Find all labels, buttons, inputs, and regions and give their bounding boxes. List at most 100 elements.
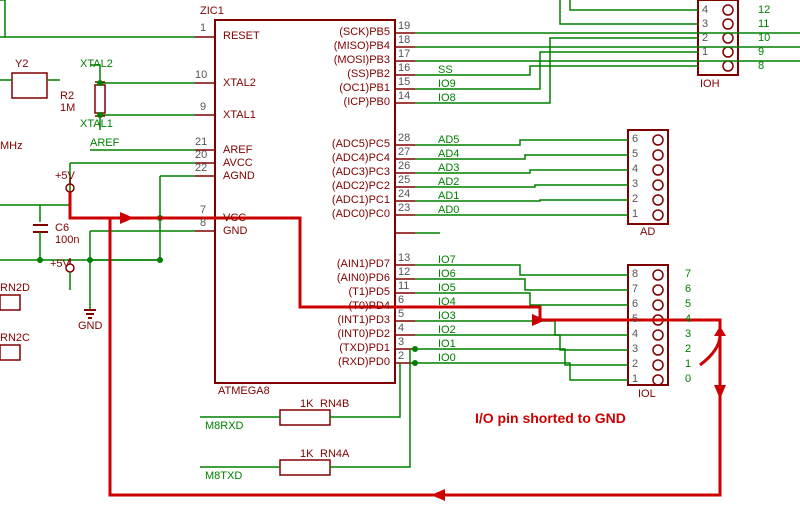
txd: M8TXD (205, 470, 242, 482)
pinnum: 2 (398, 350, 404, 362)
pn: 5 (632, 313, 638, 325)
pn: 6 (632, 298, 638, 310)
pin: (T0)PD4 (348, 300, 390, 312)
net: AD4 (438, 148, 459, 160)
net: AD3 (438, 162, 459, 174)
pin: RESET (223, 30, 260, 42)
pinnum: 18 (398, 34, 410, 46)
net: IO0 (438, 352, 456, 364)
pinnum: 24 (398, 188, 410, 200)
xtal2: XTAL2 (80, 58, 113, 70)
pinnum: 17 (398, 48, 410, 60)
pinnum: 10 (195, 69, 207, 81)
pinnum: 7 (200, 204, 206, 216)
pn: 1 (702, 46, 708, 58)
net: AD2 (438, 176, 459, 188)
pn: 2 (632, 358, 638, 370)
pin: AREF (223, 144, 252, 156)
pin: (T1)PD5 (348, 286, 390, 298)
pn: 7 (632, 283, 638, 295)
pn: 1 (632, 208, 638, 220)
net: AD5 (438, 134, 459, 146)
pin: AVCC (223, 157, 253, 169)
pn: 0 (685, 373, 691, 385)
net: IO6 (438, 268, 456, 280)
part: 1K (300, 398, 313, 410)
part: 1K (300, 448, 313, 460)
mhz: MHz (0, 140, 23, 152)
pinnum: 21 (195, 136, 207, 148)
pinnum: 28 (398, 132, 410, 144)
pinnum: 5 (398, 308, 404, 320)
pinnum: 12 (398, 266, 410, 278)
pn: 10 (758, 32, 770, 44)
xtal1: XTAL1 (80, 118, 113, 130)
pin: (SS)PB2 (347, 68, 390, 80)
pin: (ADC1)PC1 (332, 194, 390, 206)
pinnum: 1 (200, 22, 206, 34)
pin: (SCK)PB5 (339, 26, 390, 38)
pinnum: 11 (398, 280, 409, 292)
pin: (ADC3)PC3 (332, 166, 390, 178)
pin: (RXD)PD0 (338, 356, 390, 368)
pn: 7 (685, 268, 691, 280)
pn: 3 (632, 178, 638, 190)
pn: 6 (632, 133, 638, 145)
pin: (ICP)PB0 (344, 96, 390, 108)
power: +5V (55, 170, 75, 182)
pn: 5 (685, 298, 691, 310)
conn-name: AD (640, 226, 655, 238)
pin: XTAL2 (223, 77, 256, 89)
pn: 11 (758, 18, 769, 30)
rxd: M8RXD (205, 420, 244, 432)
part: RN4B (320, 398, 349, 410)
pin: (MISO)PB4 (334, 40, 390, 52)
pn: 3 (685, 328, 691, 340)
pinnum: 13 (398, 252, 410, 264)
pin: XTAL1 (223, 109, 256, 121)
pn: 2 (632, 193, 638, 205)
pn: 4 (632, 163, 638, 175)
pn: 9 (758, 46, 764, 58)
gnd: GND (78, 320, 102, 332)
conn-name: IOH (700, 78, 720, 90)
net: AD1 (438, 190, 459, 202)
pn: 12 (758, 4, 770, 16)
pin: (AIN1)PD7 (337, 258, 390, 270)
net: IO7 (438, 254, 456, 266)
net: SS (438, 64, 453, 76)
pinnum: 3 (398, 336, 404, 348)
pn: 2 (685, 343, 691, 355)
aref: AREF (90, 137, 119, 149)
pn: 8 (758, 60, 764, 72)
conn-name: IOL (638, 388, 656, 400)
pn: 8 (632, 268, 638, 280)
pn: 1 (632, 373, 638, 385)
net: IO1 (438, 338, 456, 350)
pn: 1 (685, 358, 691, 370)
pinnum: 4 (398, 322, 404, 334)
part: C6 (55, 222, 69, 234)
net: IO4 (438, 296, 456, 308)
pin: VCC (223, 212, 246, 224)
pn: 3 (702, 18, 708, 30)
pinnum: 25 (398, 174, 410, 186)
net: IO8 (438, 92, 456, 104)
net: IO3 (438, 310, 456, 322)
pin: (ADC2)PC2 (332, 180, 390, 192)
pin: (INT0)PD2 (337, 328, 390, 340)
pin: (OC1)PB1 (339, 82, 390, 94)
power: +5V (50, 258, 70, 270)
part: 100n (55, 234, 79, 246)
pinnum: 15 (398, 76, 410, 88)
pinnum: 8 (200, 217, 206, 229)
pinnum: 27 (398, 146, 410, 158)
pinnum: 20 (195, 149, 207, 161)
pinnum: 23 (398, 202, 410, 214)
pinnum: 9 (200, 101, 206, 113)
pin: (ADC4)PC4 (332, 152, 390, 164)
pin: (INT1)PD3 (337, 314, 390, 326)
pn: 2 (702, 32, 708, 44)
pinnum: 6 (398, 294, 404, 306)
pinnum: 19 (398, 20, 410, 32)
